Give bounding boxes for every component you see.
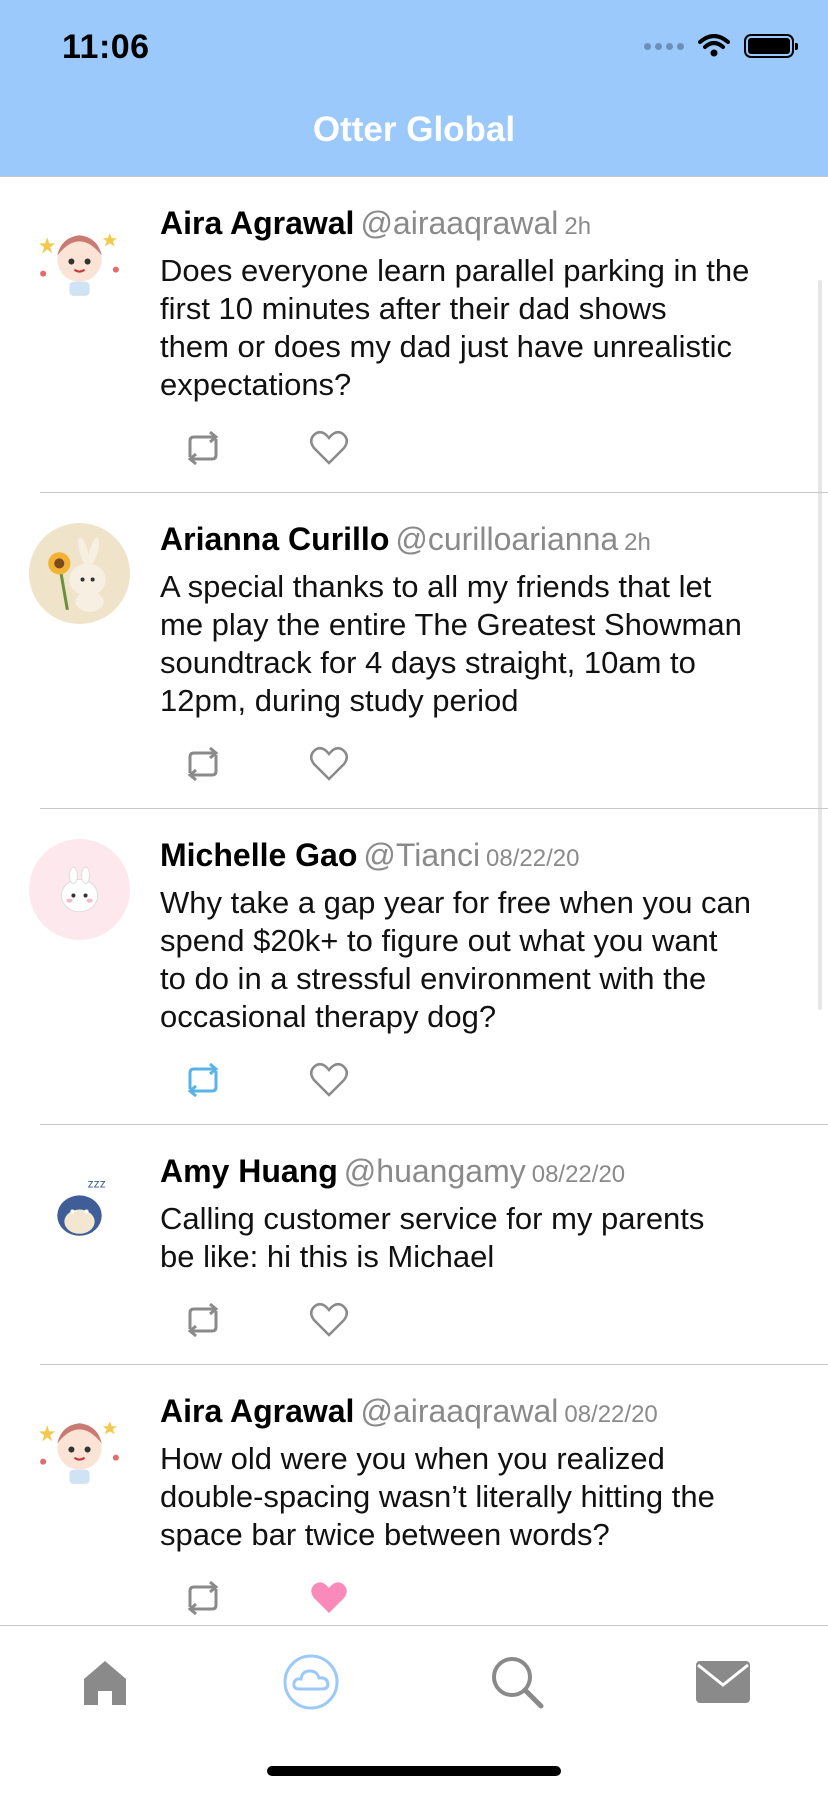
- tab-search[interactable]: [482, 1652, 552, 1712]
- tweet-text-line: Does everyone learn parallel parking in …: [160, 253, 750, 288]
- home-icon: [84, 1661, 126, 1705]
- tweet-card[interactable]: zzz Amy Huang @huangamy 08/22/20 Calling c…: [0, 1125, 828, 1365]
- tweet-text-line: double-spacing wasn’t literally hitting …: [160, 1479, 715, 1514]
- mail-icon: [696, 1661, 750, 1703]
- tweet-text-line: be like: hi this is Michael: [160, 1239, 495, 1274]
- tweet-text-line: Calling customer service for my parents: [160, 1201, 705, 1236]
- page-title: Otter Global: [312, 110, 516, 149]
- tweet-text: A special thanks to all my friends that …: [160, 568, 788, 720]
- retweet-icon: [187, 1580, 219, 1616]
- navigation-header: 11:06 Otter Global: [0, 0, 828, 177]
- tweet-text-line: expectations?: [160, 367, 352, 402]
- heart-icon: [310, 1062, 348, 1097]
- author-name[interactable]: Aira Agrawal: [160, 205, 354, 241]
- like-button[interactable]: [306, 743, 352, 785]
- retweet-button[interactable]: [180, 1577, 226, 1619]
- author-handle[interactable]: @Tianci: [363, 837, 480, 873]
- like-button[interactable]: [306, 1577, 352, 1619]
- tab-home[interactable]: [70, 1652, 140, 1712]
- tweet-text-line: A special thanks to all my friends that …: [160, 569, 712, 604]
- avatar[interactable]: zzz: [29, 1155, 130, 1256]
- tweet-text: How old were you when you realized doubl…: [160, 1440, 788, 1554]
- tweet-text: Why take a gap year for free when you ca…: [160, 884, 788, 1036]
- author-name[interactable]: Michelle Gao: [160, 837, 357, 873]
- wifi-icon: [698, 34, 730, 57]
- status-time: 11:06: [62, 28, 150, 66]
- tweet-text-line: How old were you when you realized: [160, 1441, 665, 1476]
- author-handle[interactable]: @airaaqrawal: [360, 205, 558, 241]
- tweet-text: Calling customer service for my parents …: [160, 1200, 788, 1276]
- like-button[interactable]: [306, 1059, 352, 1101]
- tweet-text-line: me play the entire The Greatest Showman: [160, 607, 742, 642]
- author-handle[interactable]: @huangamy: [344, 1153, 526, 1189]
- retweet-icon: [187, 1062, 219, 1098]
- tweet-text-line: 12pm, during study period: [160, 683, 519, 718]
- home-indicator[interactable]: [267, 1766, 561, 1776]
- tweet-text-line: soundtrack for 4 days straight, 10am to: [160, 645, 696, 680]
- avatar[interactable]: [29, 839, 130, 940]
- tweet-card[interactable]: Aira Agrawal @airaaqrawal 2h Does everyone…: [0, 177, 828, 493]
- avatar[interactable]: [29, 523, 130, 624]
- like-button[interactable]: [306, 1299, 352, 1341]
- tweet-text-line: occasional therapy dog?: [160, 999, 497, 1034]
- avatar[interactable]: [29, 1395, 130, 1496]
- cellular-signal-icon: [644, 42, 684, 50]
- tweet-text-line: first 10 minutes after their dad shows: [160, 291, 667, 326]
- tweet-timestamp: 08/22/20: [486, 845, 580, 872]
- svg-text:zzz: zzz: [88, 1176, 106, 1190]
- tweet-text-line: Why take a gap year for free when you ca…: [160, 885, 752, 920]
- heart-filled-icon: [311, 1582, 347, 1613]
- tweet-text-line: space bar twice between words?: [160, 1517, 610, 1552]
- tweet-timestamp: 08/22/20: [531, 1161, 626, 1188]
- tweet-card[interactable]: Arianna Curillo @curilloarianna 2h A speci…: [0, 493, 828, 809]
- author-handle[interactable]: @airaaqrawal: [360, 1393, 558, 1429]
- tweet-text-line: to do in a stressful environment with th…: [160, 961, 707, 996]
- retweet-button[interactable]: [180, 427, 226, 469]
- cloud-icon: [283, 1654, 339, 1710]
- battery-icon: [744, 34, 798, 58]
- heart-icon: [310, 430, 348, 465]
- retweet-button[interactable]: [180, 743, 226, 785]
- author-name[interactable]: Arianna Curillo: [160, 521, 389, 557]
- author-name[interactable]: Amy Huang: [160, 1153, 338, 1189]
- tab-messages[interactable]: [688, 1652, 758, 1712]
- retweet-button[interactable]: [180, 1299, 226, 1341]
- retweet-button[interactable]: [180, 1059, 226, 1101]
- like-button[interactable]: [306, 427, 352, 469]
- tweet-card[interactable]: Michelle Gao @Tianci 08/22/20 Why take a g…: [0, 809, 828, 1125]
- retweet-icon: [187, 1302, 219, 1338]
- avatar[interactable]: [29, 207, 130, 308]
- tweet-text: Does everyone learn parallel parking in …: [160, 252, 788, 404]
- author-name[interactable]: Aira Agrawal: [160, 1393, 354, 1429]
- timeline-feed[interactable]: Aira Agrawal @airaaqrawal 2h Does everyone…: [0, 177, 828, 1625]
- tab-cloud[interactable]: [276, 1652, 346, 1712]
- retweet-icon: [187, 746, 219, 782]
- tweet-text-line: spend $20k+ to figure out what you want: [160, 923, 718, 958]
- tweet-timestamp: 08/22/20: [564, 1401, 658, 1428]
- search-icon: [492, 1657, 544, 1709]
- tweet-card[interactable]: Aira Agrawal @airaaqrawal 08/22/20 How old…: [0, 1365, 828, 1625]
- heart-icon: [310, 746, 348, 781]
- heart-icon: [310, 1302, 348, 1337]
- tweet-text-line: them or does my dad just have unrealisti…: [160, 329, 733, 364]
- tweet-timestamp: 2h: [564, 213, 592, 240]
- retweet-icon: [187, 430, 219, 466]
- author-handle[interactable]: @curilloarianna: [395, 521, 618, 557]
- tweet-timestamp: 2h: [624, 529, 651, 556]
- status-icons: [644, 34, 798, 58]
